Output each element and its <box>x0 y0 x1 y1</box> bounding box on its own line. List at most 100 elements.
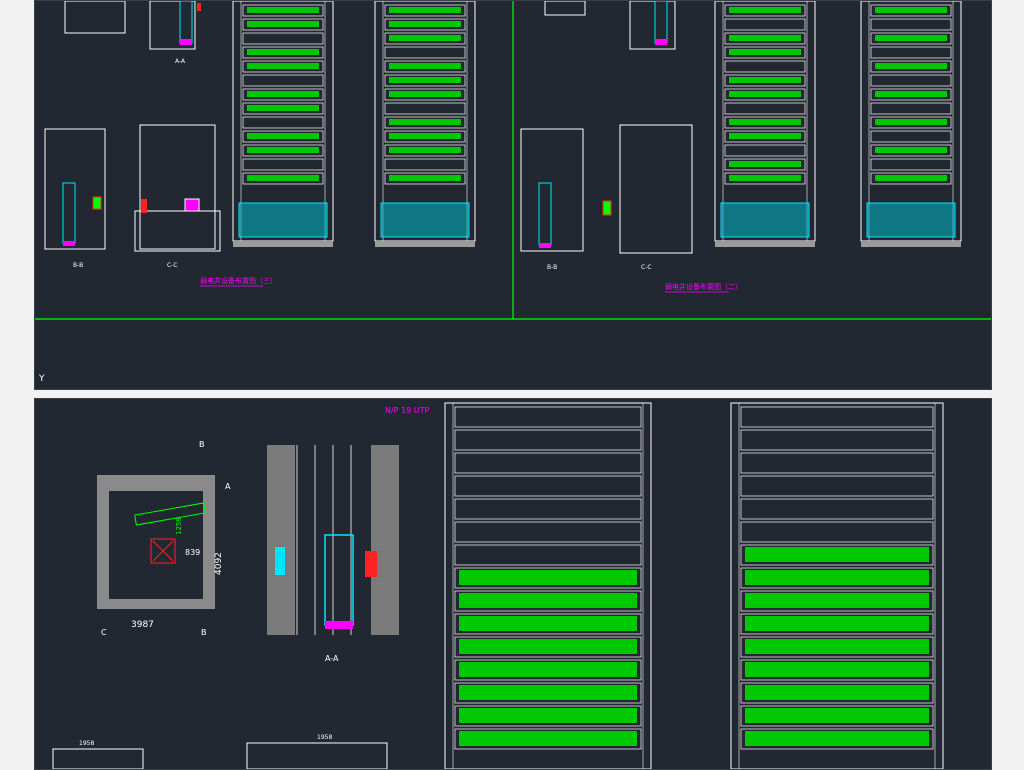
patch-panel-ports <box>875 147 947 153</box>
plan-width-dim: 3987 <box>131 620 154 630</box>
axis-y-label: Y <box>38 374 45 384</box>
patch-panel-ports <box>459 639 637 654</box>
patch-panel-ports <box>745 570 929 585</box>
patch-panel-ports <box>247 49 319 55</box>
marker-b-top: B <box>199 440 205 449</box>
patch-panel-ports <box>745 616 929 631</box>
rack-unit <box>724 60 806 73</box>
cabinet-base-right <box>655 39 667 45</box>
patch-panel-ports <box>389 147 461 153</box>
patch-panel-ports <box>745 593 929 608</box>
lower-dim-2: 1958 <box>317 734 332 741</box>
section-label-bb-right: B-B <box>547 264 557 271</box>
rack-unit <box>870 18 952 31</box>
patch-panel-ports <box>389 175 461 181</box>
rack-unit <box>242 116 324 129</box>
patch-panel-ports <box>729 77 801 83</box>
patch-panel-ports <box>459 593 637 608</box>
patch-panel-ports <box>875 7 947 13</box>
rack-unit <box>454 475 642 497</box>
patch-panel-ports <box>745 708 929 723</box>
bottom-cad-canvas: 3987 4092 839 1259 B A C B A-A N/P 19 UT… <box>52 402 944 769</box>
rack-cabinet <box>860 1 962 247</box>
rack-cabinet <box>714 1 816 247</box>
floor-plan: 3987 4092 839 1259 B A C B <box>97 440 231 637</box>
elevation-cabinet <box>324 534 354 626</box>
rack-unit <box>870 46 952 59</box>
rack-unit <box>242 74 324 87</box>
device-cc-right <box>602 200 612 216</box>
cabinet-cyan <box>179 1 193 44</box>
patch-panel-ports <box>729 133 801 139</box>
elevation-device-red <box>365 551 377 577</box>
rack-unit <box>740 406 934 428</box>
patch-panel-ports <box>247 133 319 139</box>
room-bb-right <box>520 128 584 252</box>
patch-panel-ports <box>729 119 801 125</box>
room-section-right <box>629 1 676 50</box>
rack-unit <box>740 475 934 497</box>
elevation-section-label: A-A <box>325 654 339 663</box>
cabinet-cyan-right <box>654 1 668 44</box>
patch-panel-ports <box>247 105 319 111</box>
cabinet-base-magenta <box>180 39 192 45</box>
rack-unit <box>740 521 934 543</box>
section-label-cc-right: C-C <box>641 264 652 271</box>
patch-panel-ports <box>247 175 319 181</box>
patch-panel-ports <box>247 147 319 153</box>
rack-unit <box>454 429 642 451</box>
marker-c: C <box>101 628 107 637</box>
rack-plinth <box>861 241 961 247</box>
rack-unit <box>454 406 642 428</box>
section-label-bb: B-B <box>73 262 83 269</box>
rack-unit <box>454 498 642 520</box>
patch-panel-ports <box>459 662 637 677</box>
rack-cabinet <box>730 402 944 769</box>
patch-panel-ports <box>875 35 947 41</box>
elevation-wall-right <box>371 445 399 635</box>
room-sketch-right <box>544 1 586 16</box>
patch-panel-ports <box>459 708 637 723</box>
device-cc-magenta <box>184 198 200 212</box>
room-cc-right <box>619 124 693 254</box>
room-cc-lower <box>134 210 221 252</box>
rack-header-label: N/P 19 UTP <box>385 406 430 415</box>
elevation-cabinet-base <box>325 621 353 629</box>
left-sheet: A-A B-B C-C 弱电井设备布置图（三） <box>44 1 476 287</box>
rack-unit <box>384 46 466 59</box>
patch-panel-ports <box>875 63 947 69</box>
rack-plinth <box>715 241 815 247</box>
patch-panel-ports <box>745 731 929 746</box>
rack-unit <box>870 158 952 171</box>
patch-panel-ports <box>745 547 929 562</box>
rack-unit <box>454 544 642 566</box>
device-cc-red <box>141 199 147 213</box>
patch-panel-ports <box>389 63 461 69</box>
rack-unit <box>454 521 642 543</box>
top-cad-canvas: A-A B-B C-C 弱电井设备布置图（三） B-B C-C 弱电井设备布置图… <box>35 1 991 384</box>
patch-panel-ports <box>247 91 319 97</box>
rack-unit <box>242 32 324 45</box>
plan-inner-dim: 839 <box>185 548 200 557</box>
patch-panel-ports <box>875 175 947 181</box>
right-sheet: B-B C-C 弱电井设备布置图（二） <box>520 1 962 293</box>
rack-unit <box>454 452 642 474</box>
patch-panel-ports <box>459 570 637 585</box>
patch-panel-ports <box>729 161 801 167</box>
patch-panel-ports <box>247 7 319 13</box>
patch-panel-ports <box>389 77 461 83</box>
rack-unit <box>870 102 952 115</box>
rack-cable-manager <box>866 202 956 238</box>
section-label-cc: C-C <box>167 262 178 269</box>
lower-outline <box>246 742 388 769</box>
rack-cabinet <box>444 402 652 769</box>
patch-panel-ports <box>459 731 637 746</box>
patch-panel-ports <box>729 91 801 97</box>
patch-panel-ports <box>389 119 461 125</box>
patch-panel-ports <box>745 639 929 654</box>
patch-panel-ports <box>389 7 461 13</box>
patch-panel-ports <box>729 7 801 13</box>
section-label-a: A-A <box>175 58 186 65</box>
rack-unit <box>242 158 324 171</box>
patch-panel-ports <box>247 63 319 69</box>
